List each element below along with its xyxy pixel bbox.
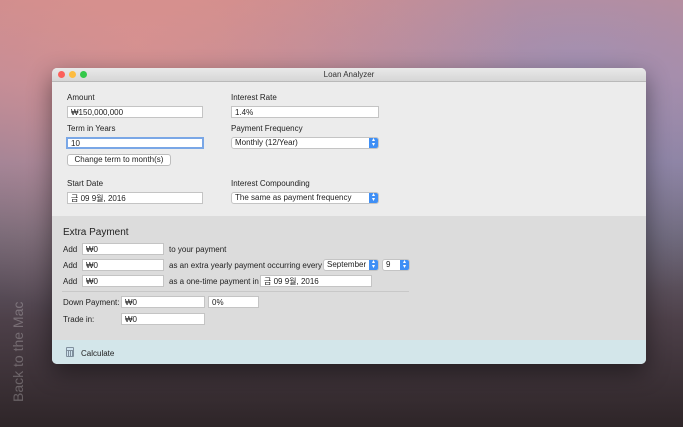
start-date-label: Start Date xyxy=(67,179,104,188)
chevron-updown-icon: ▴ ▾ xyxy=(369,259,378,270)
amount-label: Amount xyxy=(67,93,95,102)
trade-in-label: Trade in: xyxy=(63,315,95,324)
term-label: Term in Years xyxy=(67,124,116,133)
payment-frequency-value: Monthly (12/Year) xyxy=(235,138,298,147)
extra-yearly-day-value: 9 xyxy=(386,260,391,269)
one-time-payment-suffix: as a one-time payment in xyxy=(169,277,259,286)
chevron-updown-icon: ▴ ▾ xyxy=(369,137,378,148)
extra-yearly-month-select[interactable]: September ▴ ▾ xyxy=(323,259,379,271)
extra-yearly-suffix: as an extra yearly payment occurring eve… xyxy=(169,261,322,270)
extra-yearly-day-select[interactable]: 9 ▴ ▾ xyxy=(382,259,410,271)
window-title: Loan Analyzer xyxy=(323,70,375,79)
one-time-payment-date-field[interactable]: 금 09 9월, 2016 xyxy=(260,275,372,287)
chevron-updown-icon: ▴ ▾ xyxy=(400,259,409,270)
interest-compounding-value: The same as payment frequency xyxy=(235,193,352,202)
calculate-bar[interactable] xyxy=(52,340,646,364)
term-field[interactable]: 10 xyxy=(66,137,204,149)
down-payment-percent-field[interactable]: 0% xyxy=(208,296,259,308)
title-bar[interactable]: Loan Analyzer xyxy=(52,68,646,82)
extra-payment-title: Extra Payment xyxy=(63,227,129,238)
extra-yearly-field[interactable]: ₩0 xyxy=(82,259,164,271)
add-label-1: Add xyxy=(63,245,78,254)
change-term-button[interactable]: Change term to month(s) xyxy=(67,154,171,166)
one-time-payment-field[interactable]: ₩0 xyxy=(82,275,164,287)
interest-compounding-label: Interest Compounding xyxy=(231,179,310,188)
interest-compounding-select[interactable]: The same as payment frequency ▴ ▾ xyxy=(231,192,379,204)
calculate-button-label[interactable]: Calculate xyxy=(81,349,114,358)
start-date-field[interactable]: 금 09 9월, 2016 xyxy=(67,192,203,204)
amount-field[interactable]: ₩150,000,000 xyxy=(67,106,203,118)
down-payment-field[interactable]: ₩0 xyxy=(121,296,205,308)
calculator-icon[interactable] xyxy=(66,347,74,357)
down-payment-label: Down Payment: xyxy=(63,298,120,307)
add-label-2: Add xyxy=(63,261,78,270)
watermark-text: Back to the Mac xyxy=(10,301,26,402)
interest-rate-label: Interest Rate xyxy=(231,93,277,102)
loan-analyzer-window: Loan Analyzer Amount ₩150,000,000 Intere… xyxy=(52,68,646,364)
add-label-3: Add xyxy=(63,277,78,286)
extra-monthly-suffix: to your payment xyxy=(169,245,227,254)
chevron-updown-icon: ▴ ▾ xyxy=(369,192,378,203)
extra-yearly-month-value: September xyxy=(327,260,367,269)
payment-frequency-select[interactable]: Monthly (12/Year) ▴ ▾ xyxy=(231,137,379,149)
interest-rate-field[interactable]: 1.4% xyxy=(231,106,379,118)
payment-frequency-label: Payment Frequency xyxy=(231,124,303,133)
trade-in-field[interactable]: ₩0 xyxy=(121,313,205,325)
section-divider xyxy=(62,291,409,292)
extra-monthly-field[interactable]: ₩0 xyxy=(82,243,164,255)
